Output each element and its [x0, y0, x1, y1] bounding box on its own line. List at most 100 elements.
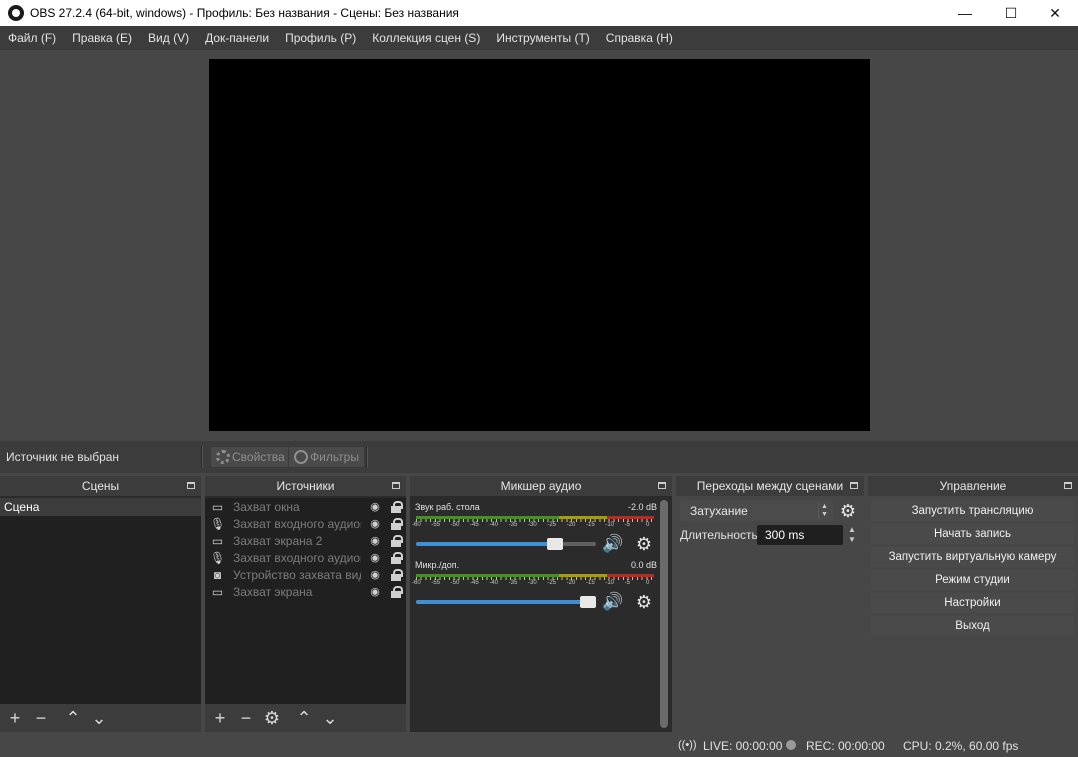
scrollbar-thumb[interactable] — [660, 500, 668, 728]
speaker-icon[interactable]: 🔊 — [602, 534, 626, 554]
visibility-hidden-icon[interactable]: ◉ — [367, 517, 383, 531]
lock-icon[interactable] — [391, 501, 403, 513]
menu-tools[interactable]: Инструменты (T) — [488, 26, 597, 50]
lock-icon[interactable] — [391, 552, 403, 564]
filter-icon — [294, 450, 308, 464]
source-label: Захват экрана 2 — [233, 534, 323, 548]
undock-icon[interactable] — [850, 482, 858, 489]
undock-icon[interactable] — [392, 482, 400, 489]
rec-timer: REC: 00:00:00 — [806, 739, 885, 753]
sources-title: Источники — [276, 479, 335, 493]
undock-icon[interactable] — [1064, 482, 1072, 489]
scale-tick-label: -5 — [624, 522, 630, 528]
transition-select[interactable]: Затухание ▲ ▼ — [680, 501, 833, 521]
lock-icon[interactable] — [391, 586, 403, 598]
scale-tick-label: -15 — [586, 580, 595, 586]
undock-icon[interactable] — [187, 482, 195, 489]
start-recording-button[interactable]: Начать запись — [871, 524, 1074, 544]
visibility-hidden-icon[interactable]: ◉ — [367, 500, 383, 514]
scenes-list: Сцена — [0, 498, 201, 704]
scale-tick-label: -60 — [412, 522, 421, 528]
source-item[interactable]: 🎙 Захват входного аудиопотока ◉ — [205, 550, 406, 567]
visibility-hidden-icon[interactable]: ◉ — [367, 585, 383, 599]
source-item[interactable]: ▭ Захват экрана ◉ — [205, 584, 406, 601]
lock-icon[interactable] — [391, 535, 403, 547]
source-label: Захват экрана — [233, 585, 313, 599]
start-virtual-camera-button[interactable]: Запустить виртуальную камеру — [871, 547, 1074, 567]
scenes-dock: Сцены Сцена + − ⌃ ⌄ — [0, 476, 201, 732]
menu-profile[interactable]: Профиль (P) — [277, 26, 364, 50]
fader-fill — [416, 542, 555, 546]
menu-edit[interactable]: Правка (E) — [64, 26, 140, 50]
menu-help[interactable]: Справка (H) — [598, 26, 681, 50]
move-up-icon[interactable]: ⌃ — [62, 707, 84, 729]
visibility-hidden-icon[interactable]: ◉ — [367, 568, 383, 582]
lock-icon[interactable] — [391, 518, 403, 530]
close-button[interactable]: ✕ — [1032, 0, 1078, 26]
menu-view[interactable]: Вид (V) — [140, 26, 197, 50]
studio-mode-button[interactable]: Режим студии — [871, 570, 1074, 590]
start-streaming-button[interactable]: Запустить трансляцию — [871, 501, 1074, 521]
filters-label: Фильтры — [310, 450, 359, 464]
fader-handle[interactable] — [547, 538, 563, 550]
volume-fader[interactable] — [416, 538, 596, 550]
lock-icon[interactable] — [391, 569, 403, 581]
remove-icon[interactable]: − — [235, 707, 257, 729]
window-title: OBS 27.2.4 (64-bit, windows) - Профиль: … — [30, 6, 459, 20]
preview-canvas[interactable] — [209, 59, 870, 431]
source-item[interactable]: ▭ Захват окна ◉ — [205, 499, 406, 516]
microphone-icon: 🎙 — [210, 517, 226, 531]
scenes-toolbar: + − ⌃ ⌄ — [0, 704, 201, 732]
duration-spinner[interactable]: ▲ ▼ — [844, 525, 860, 545]
scale-tick-label: -40 — [489, 522, 498, 528]
add-icon[interactable]: + — [4, 707, 26, 729]
volume-fader[interactable] — [416, 596, 596, 608]
source-label: Захват окна — [233, 500, 300, 514]
remove-icon[interactable]: − — [30, 707, 52, 729]
scale-tick-label: -55 — [431, 522, 440, 528]
mixer-scrollbar[interactable] — [660, 500, 668, 728]
scale-tick-label: -55 — [431, 580, 440, 586]
visibility-hidden-icon[interactable]: ◉ — [367, 534, 383, 548]
sources-list: ▭ Захват окна ◉ 🎙 Захват входного аудиоп… — [205, 498, 406, 704]
settings-button[interactable]: Настройки — [871, 593, 1074, 613]
scale-tick-label: -5 — [624, 580, 630, 586]
gear-icon[interactable]: ⚙ — [261, 707, 283, 729]
gear-icon[interactable]: ⚙ — [634, 592, 654, 612]
scene-item[interactable]: Сцена — [0, 498, 201, 516]
scale-tick-label: -45 — [470, 580, 479, 586]
visibility-hidden-icon[interactable]: ◉ — [367, 551, 383, 565]
transitions-header: Переходы между сценами — [676, 476, 864, 496]
source-item[interactable]: 🎙 Захват входного аудиопотока ◉ — [205, 516, 406, 533]
record-dot-icon — [786, 740, 796, 750]
mixer-title: Микшер аудио — [500, 479, 582, 493]
source-label: Захват входного аудиопотока — [233, 517, 361, 531]
fader-handle[interactable] — [580, 596, 596, 608]
undock-icon[interactable] — [658, 482, 666, 489]
exit-button[interactable]: Выход — [871, 616, 1074, 636]
menu-scene-collection[interactable]: Коллекция сцен (S) — [364, 26, 488, 50]
menu-bar: Файл (F) Правка (E) Вид (V) Док-панели П… — [0, 26, 1078, 50]
move-down-icon[interactable]: ⌄ — [319, 707, 341, 729]
minimize-button[interactable]: — — [942, 0, 988, 26]
source-item[interactable]: ▭ Захват экрана 2 ◉ — [205, 533, 406, 550]
speaker-icon[interactable]: 🔊 — [602, 592, 626, 612]
transitions-dock: Переходы между сценами Затухание ▲ ▼ ⚙ Дл… — [676, 476, 864, 556]
menu-docks[interactable]: Док-панели — [197, 26, 277, 50]
properties-button[interactable]: Свойства — [210, 446, 291, 468]
no-source-label: Источник не выбран — [6, 450, 120, 464]
duration-input[interactable]: 300 ms — [757, 525, 843, 545]
toolbar-separator — [201, 446, 203, 468]
monitor-icon: ▭ — [211, 585, 224, 599]
controls-title: Управление — [939, 479, 1007, 493]
filters-button[interactable]: Фильтры — [288, 446, 365, 468]
gear-icon[interactable]: ⚙ — [634, 534, 654, 554]
add-icon[interactable]: + — [209, 707, 231, 729]
move-down-icon[interactable]: ⌄ — [88, 707, 110, 729]
maximize-button[interactable]: ☐ — [988, 0, 1034, 26]
source-item[interactable]: ◙ Устройство захвата видео ◉ — [205, 567, 406, 584]
menu-file[interactable]: Файл (F) — [0, 26, 64, 50]
gear-icon[interactable]: ⚙ — [838, 501, 858, 521]
move-up-icon[interactable]: ⌃ — [293, 707, 315, 729]
gear-icon — [216, 450, 230, 464]
